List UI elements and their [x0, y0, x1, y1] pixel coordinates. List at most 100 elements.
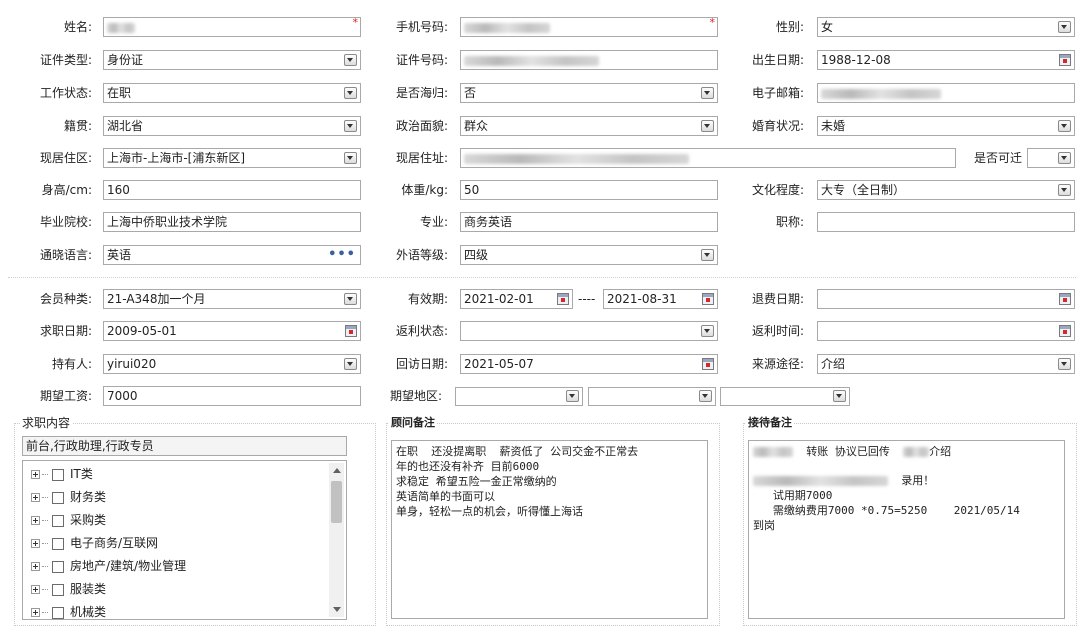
- calendar-icon[interactable]: [1059, 54, 1071, 66]
- calendar-icon[interactable]: [702, 358, 714, 370]
- expand-icon[interactable]: [31, 493, 40, 502]
- expand-icon[interactable]: [31, 585, 40, 594]
- tree-item[interactable]: 财务类: [31, 487, 106, 507]
- name-label: 姓名:: [63, 20, 92, 34]
- tree-item[interactable]: 房地产/建筑/物业管理: [31, 556, 186, 576]
- education-select[interactable]: 大专（全日制）: [817, 180, 1075, 200]
- political-select[interactable]: 群众: [460, 116, 718, 136]
- redacted-value: [107, 22, 135, 33]
- tree-connector: [42, 497, 48, 498]
- holder-value: yirui020: [107, 357, 157, 371]
- chevron-down-icon[interactable]: [701, 325, 714, 337]
- chevron-down-icon[interactable]: [701, 120, 714, 132]
- checkbox[interactable]: [52, 560, 64, 573]
- chevron-down-icon[interactable]: [344, 87, 357, 99]
- chevron-down-icon[interactable]: [344, 358, 357, 370]
- phone-field[interactable]: *: [460, 17, 718, 37]
- weight-field[interactable]: 50: [460, 180, 718, 200]
- checkbox[interactable]: [52, 491, 64, 504]
- chevron-down-icon[interactable]: [1058, 120, 1071, 132]
- expand-icon[interactable]: [31, 608, 40, 617]
- school-field[interactable]: 上海中侨职业技术学院: [103, 212, 361, 232]
- tree-item[interactable]: IT类: [31, 464, 93, 484]
- chevron-down-icon[interactable]: [699, 390, 712, 402]
- calendar-icon[interactable]: [345, 325, 357, 337]
- checkbox[interactable]: [52, 514, 64, 527]
- source-select[interactable]: 介绍: [817, 354, 1075, 374]
- id-number-field[interactable]: [460, 50, 718, 70]
- scrollbar-thumb[interactable]: [331, 481, 342, 523]
- native-place-label: 籍贯:: [63, 119, 92, 133]
- residence-area-select[interactable]: 上海市-上海市-[浦东新区]: [103, 148, 361, 168]
- calendar-icon[interactable]: [1059, 293, 1071, 305]
- checkbox[interactable]: [52, 537, 64, 550]
- holder-select[interactable]: yirui020: [103, 354, 361, 374]
- native-place-value: 湖北省: [107, 119, 144, 133]
- rebate-time-field[interactable]: [817, 321, 1075, 341]
- chevron-down-icon[interactable]: [1058, 358, 1071, 370]
- scrollbar[interactable]: [329, 463, 344, 617]
- job-category-tree[interactable]: IT类 财务类 采购类 电子商务/互联网 房地产/建筑/物业管理 服装类 机械类: [22, 460, 347, 620]
- title-field[interactable]: [817, 212, 1075, 232]
- marital-select[interactable]: 未婚: [817, 116, 1075, 136]
- expand-icon[interactable]: [31, 562, 40, 571]
- residence-addr-label: 现居住址:: [395, 151, 448, 165]
- expected-salary-field[interactable]: 7000: [103, 386, 361, 406]
- chevron-down-icon[interactable]: [566, 390, 579, 402]
- chevron-down-icon[interactable]: [1058, 184, 1071, 196]
- native-place-select[interactable]: 湖北省: [103, 116, 361, 136]
- calendar-icon[interactable]: [702, 293, 714, 305]
- checkbox[interactable]: [52, 606, 64, 619]
- expand-icon[interactable]: [31, 516, 40, 525]
- tree-item[interactable]: 采购类: [31, 510, 106, 530]
- tree-item[interactable]: 电子商务/互联网: [31, 533, 158, 553]
- validity-to-field[interactable]: 2021-08-31: [603, 289, 718, 309]
- expected-area-select-1[interactable]: [455, 387, 583, 406]
- chevron-down-icon[interactable]: [344, 54, 357, 66]
- gender-select[interactable]: 女: [817, 17, 1075, 37]
- chevron-down-icon[interactable]: [701, 249, 714, 261]
- chevron-down-icon[interactable]: [344, 120, 357, 132]
- calendar-icon[interactable]: [1059, 325, 1071, 337]
- scroll-up-icon[interactable]: [333, 468, 341, 473]
- expected-area-select-2[interactable]: [588, 387, 716, 406]
- birthdate-field[interactable]: 1988-12-08: [817, 50, 1075, 70]
- id-type-select[interactable]: 身份证: [103, 50, 361, 70]
- checkbox[interactable]: [52, 583, 64, 596]
- refund-date-field[interactable]: [817, 289, 1075, 309]
- residence-addr-field[interactable]: [460, 148, 956, 168]
- language-field[interactable]: 英语 •••: [103, 245, 361, 265]
- chevron-down-icon[interactable]: [701, 87, 714, 99]
- lang-level-select[interactable]: 四级: [460, 245, 718, 265]
- expand-icon[interactable]: [31, 539, 40, 548]
- tree-item[interactable]: 机械类: [31, 602, 106, 619]
- work-status-select[interactable]: 在职: [103, 83, 361, 103]
- tree-connector: [42, 589, 48, 590]
- chevron-down-icon[interactable]: [1058, 21, 1071, 33]
- chevron-down-icon[interactable]: [833, 390, 846, 402]
- name-field[interactable]: *: [103, 17, 361, 37]
- consultant-note-textarea[interactable]: 在职 还没提离职 薪资低了 公司交金不正常去 年的也还没有补齐 目前6000 求…: [391, 440, 708, 619]
- chevron-down-icon[interactable]: [344, 293, 357, 305]
- more-icon[interactable]: •••: [328, 246, 356, 263]
- checkbox[interactable]: [52, 468, 64, 481]
- revisit-date-field[interactable]: 2021-05-07: [460, 354, 718, 374]
- chevron-down-icon[interactable]: [1058, 152, 1071, 164]
- validity-from-field[interactable]: 2021-02-01: [460, 289, 573, 309]
- expected-area-select-3[interactable]: [720, 387, 850, 406]
- returnee-select[interactable]: 否: [460, 83, 718, 103]
- scroll-down-icon[interactable]: [333, 607, 341, 612]
- birthdate-label: 出生日期:: [751, 53, 804, 67]
- height-field[interactable]: 160: [103, 180, 361, 200]
- calendar-icon[interactable]: [557, 293, 569, 305]
- email-field[interactable]: [817, 83, 1075, 103]
- major-field[interactable]: 商务英语: [460, 212, 718, 232]
- expand-icon[interactable]: [31, 470, 40, 479]
- relocate-select[interactable]: [1027, 148, 1075, 168]
- tree-item[interactable]: 服装类: [31, 579, 106, 599]
- member-type-select[interactable]: 21-A348加一个月: [103, 289, 361, 309]
- chevron-down-icon[interactable]: [344, 152, 357, 164]
- rebate-status-select[interactable]: [460, 321, 718, 341]
- reception-note-textarea[interactable]: 转账 协议已回传 介绍 录用！ 试用期7000 需缴纳费用7000 *0.75=…: [748, 440, 1065, 619]
- job-date-field[interactable]: 2009-05-01: [103, 321, 361, 341]
